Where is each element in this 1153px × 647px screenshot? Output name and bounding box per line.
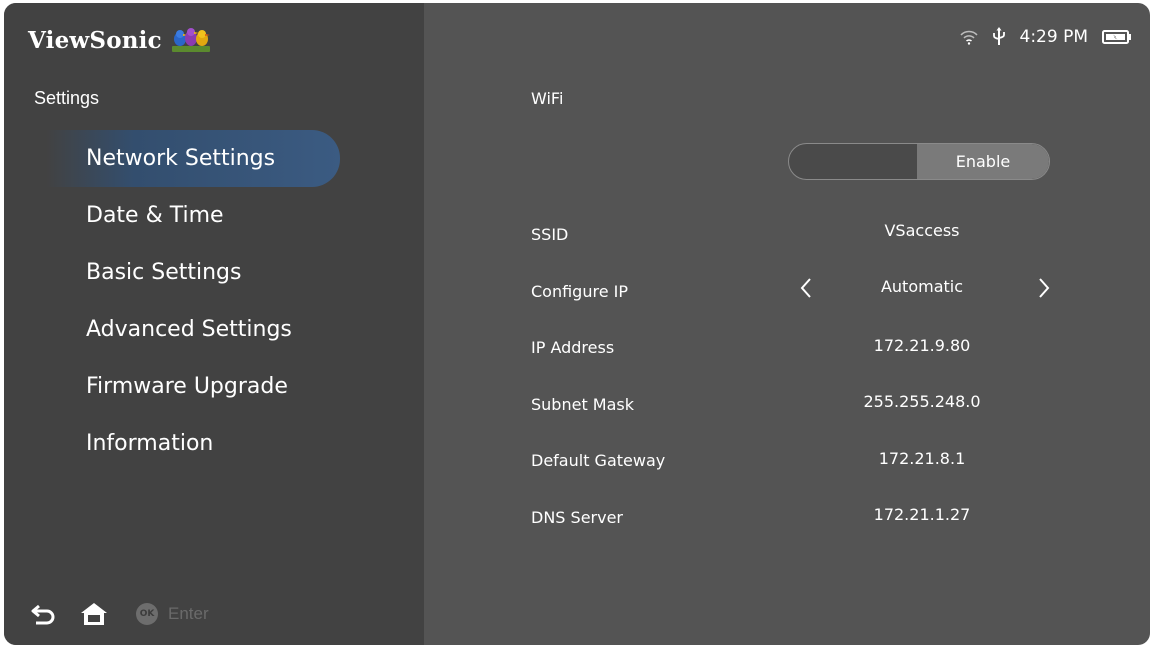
configure-ip-value[interactable]: Automatic [842,277,1002,296]
menu-item-label: Basic Settings [86,260,242,285]
battery-icon [1102,30,1131,44]
default-gateway-label: Default Gateway [531,451,666,470]
ip-address-value: 172.21.9.80 [873,336,971,355]
wifi-toggle[interactable]: Enable [788,143,1050,180]
wifi-icon [959,30,978,45]
menu-item-label: Network Settings [86,146,276,171]
usb-icon [992,27,1005,45]
dns-server-label: DNS Server [531,508,623,527]
status-time: 4:29 PM [1019,27,1089,47]
ssid-value: VSaccess [884,221,960,240]
menu-item-firmware-upgrade[interactable]: Firmware Upgrade [4,358,424,415]
bottom-hint-bar: OK Enter [30,599,209,629]
ssid-label: SSID [531,225,569,244]
default-gateway-value: 172.21.8.1 [878,449,966,468]
menu-item-network-settings[interactable]: Network Settings [4,130,424,187]
ok-button-icon: OK [136,603,158,625]
status-bar: 4:29 PM [959,25,1133,49]
subnet-mask-label: Subnet Mask [531,395,635,414]
ip-address-label: IP Address [531,338,615,357]
viewsonic-birds-logo-icon [171,28,210,52]
projector-screen: ViewSonic Settings Network Settings Date… [4,3,1150,645]
chevron-right-icon[interactable] [1034,275,1054,301]
home-icon[interactable] [80,601,108,627]
menu-item-label: Advanced Settings [86,317,292,342]
chevron-left-icon[interactable] [796,275,816,301]
enter-hint-label: Enter [168,604,209,623]
back-icon[interactable] [30,601,58,627]
menu-item-label: Information [86,431,214,456]
sidebar: ViewSonic Settings Network Settings Date… [4,3,424,645]
menu-item-advanced-settings[interactable]: Advanced Settings [4,301,424,358]
network-settings-panel: 4:29 PM WiFi Enable SSID VSaccess Config… [424,3,1150,645]
menu-item-date-time[interactable]: Date & Time [4,187,424,244]
dns-server-value: 172.21.1.27 [873,505,971,524]
wifi-label: WiFi [531,89,564,108]
wifi-toggle-state: Enable [917,144,1049,179]
settings-title: Settings [34,88,100,108]
menu-item-basic-settings[interactable]: Basic Settings [4,244,424,301]
settings-menu: Network Settings Date & Time Basic Setti… [4,130,424,472]
menu-item-label: Firmware Upgrade [86,374,288,399]
menu-item-information[interactable]: Information [4,415,424,472]
menu-item-label: Date & Time [86,203,224,228]
configure-ip-label: Configure IP [531,282,628,301]
subnet-mask-value: 255.255.248.0 [863,392,981,411]
brand: ViewSonic [28,25,212,55]
brand-name: ViewSonic [28,26,162,54]
